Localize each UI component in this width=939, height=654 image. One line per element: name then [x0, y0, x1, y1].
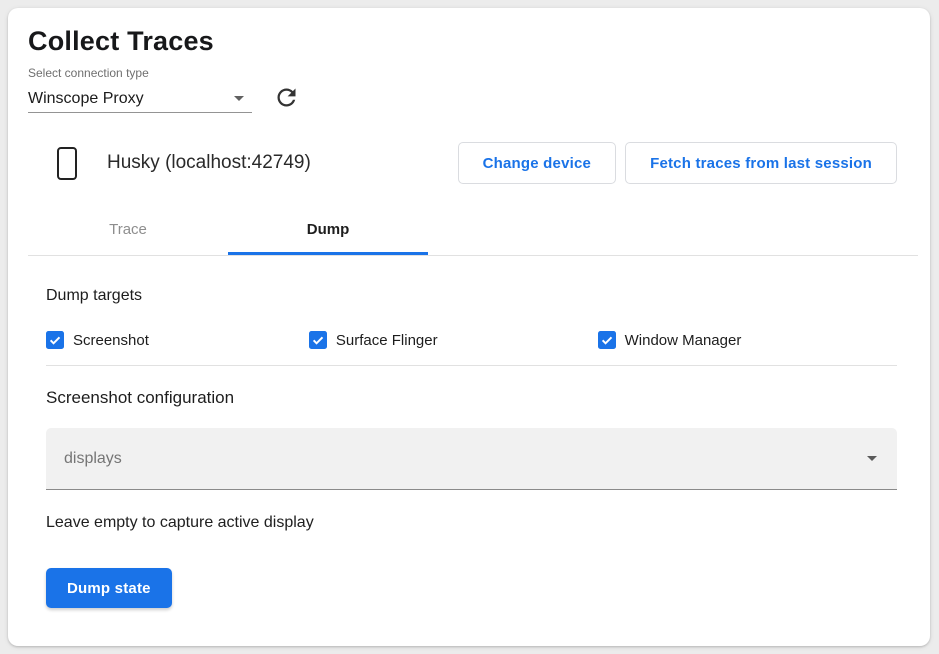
tab-dump[interactable]: Dump — [228, 204, 428, 255]
checkbox-label: Screenshot — [73, 332, 149, 349]
checkbox-label: Window Manager — [625, 332, 742, 349]
tabs-divider-wrap — [8, 255, 930, 256]
card-top-section: Collect Traces Select connection type Wi… — [8, 8, 930, 255]
checkbox-surface-flinger[interactable]: Surface Flinger — [309, 331, 438, 349]
collect-traces-card: Collect Traces Select connection type Wi… — [8, 8, 930, 646]
device-row: Husky (localhost:42749) Change device Fe… — [28, 141, 897, 185]
tab-bar: Trace Dump — [28, 204, 897, 255]
checkbox-box — [309, 331, 327, 349]
tab-trace-label: Trace — [109, 221, 147, 238]
device-buttons: Change device Fetch traces from last ses… — [458, 142, 897, 184]
checkbox-box — [598, 331, 616, 349]
connection-type-select[interactable]: Winscope Proxy — [28, 86, 252, 113]
smartphone-icon — [57, 147, 77, 180]
checkbox-screenshot[interactable]: Screenshot — [46, 331, 149, 349]
chevron-down-icon — [867, 456, 877, 461]
displays-select[interactable]: displays — [46, 428, 897, 490]
connection-type-label: Select connection type — [28, 66, 897, 80]
device-name: Husky (localhost:42749) — [107, 152, 311, 174]
change-device-button[interactable]: Change device — [458, 142, 616, 184]
check-icon — [48, 333, 62, 347]
checkbox-label: Surface Flinger — [336, 332, 438, 349]
checkbox-box — [46, 331, 64, 349]
dump-state-button[interactable]: Dump state — [46, 568, 172, 608]
tab-trace[interactable]: Trace — [28, 204, 228, 255]
fetch-traces-button[interactable]: Fetch traces from last session — [625, 142, 897, 184]
displays-hint: Leave empty to capture active display — [46, 514, 897, 532]
tab-dump-label: Dump — [307, 221, 350, 238]
dump-targets-heading: Dump targets — [46, 287, 897, 305]
connection-row: Winscope Proxy — [28, 83, 897, 115]
check-icon — [311, 333, 325, 347]
screenshot-config-heading: Screenshot configuration — [46, 388, 897, 408]
displays-select-placeholder: displays — [64, 450, 122, 468]
refresh-icon — [273, 84, 300, 114]
dump-targets-row: Screenshot Surface Flinger Window Manage… — [46, 331, 897, 349]
checkbox-window-manager[interactable]: Window Manager — [598, 331, 742, 349]
check-icon — [600, 333, 614, 347]
dump-tab-panel: Dump targets Screenshot Surface Flinger … — [8, 287, 930, 608]
page-title: Collect Traces — [28, 23, 897, 59]
connection-type-value: Winscope Proxy — [28, 90, 144, 108]
section-divider — [46, 365, 897, 366]
refresh-connection-button[interactable] — [270, 83, 302, 115]
chevron-down-icon — [234, 96, 244, 101]
active-tab-indicator — [228, 252, 428, 255]
tabs-divider — [28, 255, 918, 256]
